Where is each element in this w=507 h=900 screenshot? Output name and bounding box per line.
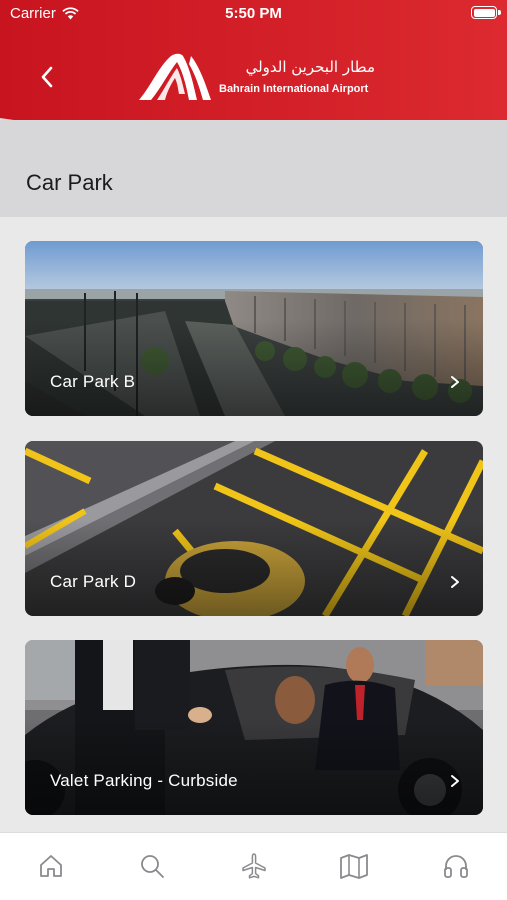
airport-logo: مطار البحرين الدولي Bahrain Internationa… bbox=[137, 52, 377, 104]
chevron-right-icon bbox=[451, 775, 459, 787]
status-time: 5:50 PM bbox=[225, 5, 282, 22]
page-title: Car Park bbox=[26, 170, 113, 195]
airplane-icon bbox=[242, 853, 266, 879]
title-bar-shade bbox=[0, 120, 507, 140]
tab-flights[interactable] bbox=[239, 851, 269, 881]
chevron-left-icon bbox=[41, 66, 53, 88]
app-header: Carrier 5:50 PM مطار البحرين الدولي Bahr… bbox=[0, 0, 507, 140]
card-label: Car Park B bbox=[50, 372, 136, 391]
card-label: Valet Parking - Curbside bbox=[50, 771, 238, 790]
tab-search[interactable] bbox=[137, 851, 167, 881]
home-icon bbox=[40, 855, 62, 877]
card-car-park-d[interactable]: Car Park D bbox=[25, 441, 483, 616]
bottom-tab-bar bbox=[0, 832, 507, 900]
chevron-right-icon bbox=[451, 376, 459, 388]
map-icon bbox=[340, 854, 368, 879]
chevron-right-icon bbox=[451, 576, 459, 588]
battery-tip bbox=[498, 10, 501, 15]
logo-mark-icon bbox=[139, 53, 211, 100]
tab-map[interactable] bbox=[339, 851, 369, 881]
tab-support[interactable] bbox=[441, 851, 471, 881]
car-park-list: Car Park B Car Park D Valet Parking - Cu… bbox=[0, 217, 507, 832]
headphones-icon bbox=[444, 855, 468, 878]
search-icon bbox=[141, 855, 164, 878]
logo-arabic-text: مطار البحرين الدولي bbox=[245, 58, 375, 76]
status-bar: Carrier 5:50 PM bbox=[0, 0, 507, 28]
card-valet-parking[interactable]: Valet Parking - Curbside bbox=[25, 640, 483, 815]
card-car-park-b[interactable]: Car Park B bbox=[25, 241, 483, 416]
logo-english-text: Bahrain International Airport bbox=[219, 83, 369, 95]
back-button[interactable] bbox=[30, 60, 64, 94]
card-label: Car Park D bbox=[50, 572, 137, 591]
tab-home[interactable] bbox=[36, 851, 66, 881]
battery-icon bbox=[471, 6, 497, 19]
